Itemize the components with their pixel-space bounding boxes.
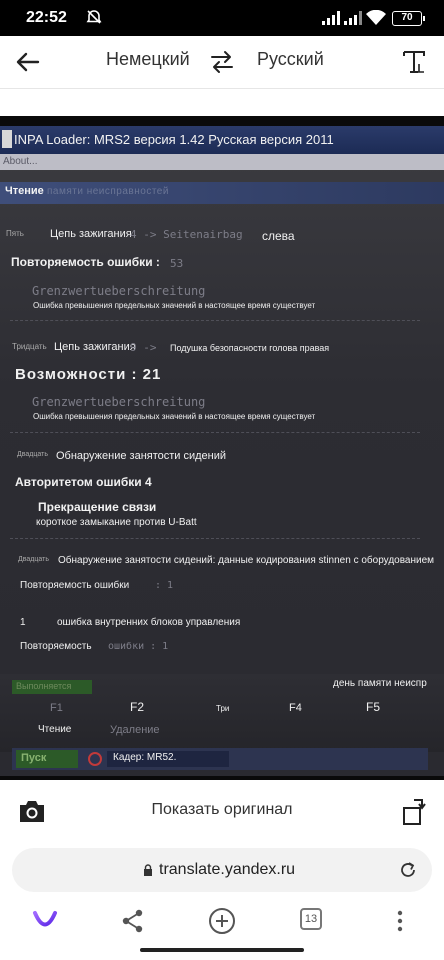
function-key-bar: Выполняется день памяти неиспр F1 F2 Три… [0,674,444,752]
reload-icon[interactable] [398,860,418,880]
frame-label-box: Кадер: MR52. [107,751,229,767]
running-indicator: Выполняется [12,680,92,694]
separator [10,432,420,433]
entry4-label: Обнаружение занятости сидений: данные ко… [58,555,435,566]
inpa-title-bar: INPA Loader: MRS2 версия 1.42 Русская ве… [0,126,444,154]
entry4-num: 1 [20,617,26,628]
entry1-ghost: 4 -> Seitenairbag [130,228,243,241]
delete-button[interactable]: Удаление [110,724,160,736]
wifi-icon [366,10,386,25]
alice-assistant-icon[interactable] [30,906,60,936]
tabs-count: 13 [304,913,318,925]
entry2-ghost: 9 -> [130,341,157,354]
entry4-blocks: ошибка внутренних блоков управления [57,617,241,628]
entry4-repeat2: Повторяемость [20,641,92,652]
inpa-title: INPA Loader: MRS2 версия 1.42 Русская ве… [14,132,334,147]
text-mode-icon[interactable] [400,48,428,76]
source-language-button[interactable]: Немецкий [106,49,190,70]
entry3-short: короткое замыкание против U-Batt [36,517,197,528]
entry2-tag: Тридцать [12,342,47,351]
entry2-desc: Ошибка превышения предельных значений в … [33,412,316,421]
entry2-text: Подушка безопасности голова правая [170,343,330,353]
address-bar-container: translate.yandex.ru [0,842,444,898]
f1-key[interactable]: F1 [50,702,63,714]
tabs-count-button[interactable]: 13 [300,908,322,930]
share-icon[interactable] [118,906,148,936]
camera-photo: INPA Loader: MRS2 версия 1.42 Русская ве… [0,116,444,780]
entry4-repeat-value: : 1 [155,580,174,591]
entry1-code: Grenzwertueberschreitung [32,284,206,298]
inpa-menu: About... [0,154,444,170]
f3-key[interactable]: Три [216,704,229,713]
gesture-handle[interactable] [140,948,304,952]
taskbar: Пуск Кадер: MR52. [12,748,428,770]
entry4-repeat: Повторяемость ошибки [20,580,130,591]
new-tab-icon[interactable] [207,906,237,936]
battery-icon: 70 [392,11,425,26]
lock-icon [144,864,152,876]
section-header: Чтение памяти неисправностей [0,182,444,204]
frame-label: Кадер: MR52. [113,752,177,763]
swap-languages-icon[interactable] [208,48,236,76]
menu-about: About... [3,156,38,167]
entry1-repeat: Повторяемость ошибки : [11,255,160,269]
section-label: Чтение [5,185,44,197]
translate-header: Немецкий Русский [0,36,444,88]
f4-key[interactable]: F4 [289,702,302,714]
entry2-label: Цепь зажигания [54,341,136,353]
read-button[interactable]: Чтение [38,724,71,735]
entry2-code: Grenzwertueberschreitung [32,395,206,409]
dnd-off-icon [86,10,102,24]
browser-nav-bar: 13 [0,898,444,960]
entry2-big: Возможности : 21 [15,366,162,383]
window-icon [2,130,12,148]
f2-key[interactable]: F2 [130,700,144,714]
show-original-bar: Показать оригинал [0,780,444,842]
entry3-comm: Прекращение связи [38,500,157,514]
f5-key[interactable]: F5 [366,700,380,714]
more-menu-icon[interactable] [385,906,415,936]
address-bar[interactable]: translate.yandex.ru [12,848,432,892]
battery-level: 70 [401,12,413,23]
header-spacer [0,88,444,116]
start-button[interactable]: Пуск [16,750,78,768]
signal-icon-2 [344,11,362,25]
entry1-label: Цепь зажигания [50,228,132,240]
separator [10,320,420,321]
status-time: 22:52 [26,9,67,26]
show-original-button[interactable]: Показать оригинал [0,801,444,819]
status-bar: 22:52 70 [0,0,444,36]
entry1-desc: Ошибка превышения предельных значений в … [33,301,316,310]
entry1-repeat-value: 53 [170,257,184,270]
running-label: Выполняется [16,681,72,691]
entry3-tag: Двадцать [17,451,48,458]
rotate-icon[interactable] [400,796,428,826]
app-icon[interactable] [88,752,102,766]
inpa-screen: INPA Loader: MRS2 версия 1.42 Русская ве… [0,126,444,776]
url-text: translate.yandex.ru [159,861,296,878]
back-arrow-icon[interactable] [14,48,42,76]
day-memory-label: день памяти неиспр [333,678,427,689]
start-label: Пуск [21,752,47,764]
entry4-tag: Двадцать [18,556,49,563]
entry3-auth: Авторитетом ошибки 4 [15,475,152,489]
section-ghost-text: памяти неисправностей [47,186,169,197]
signal-icon [322,11,340,25]
entry1-tag: Пять [6,229,24,238]
entry4-repeat2-value: ошибки : 1 [108,641,169,652]
target-language-button[interactable]: Русский [257,49,324,70]
entry1-side: слева [262,229,295,243]
separator [10,538,420,539]
entry3-label: Обнаружение занятости сидений [56,450,227,462]
